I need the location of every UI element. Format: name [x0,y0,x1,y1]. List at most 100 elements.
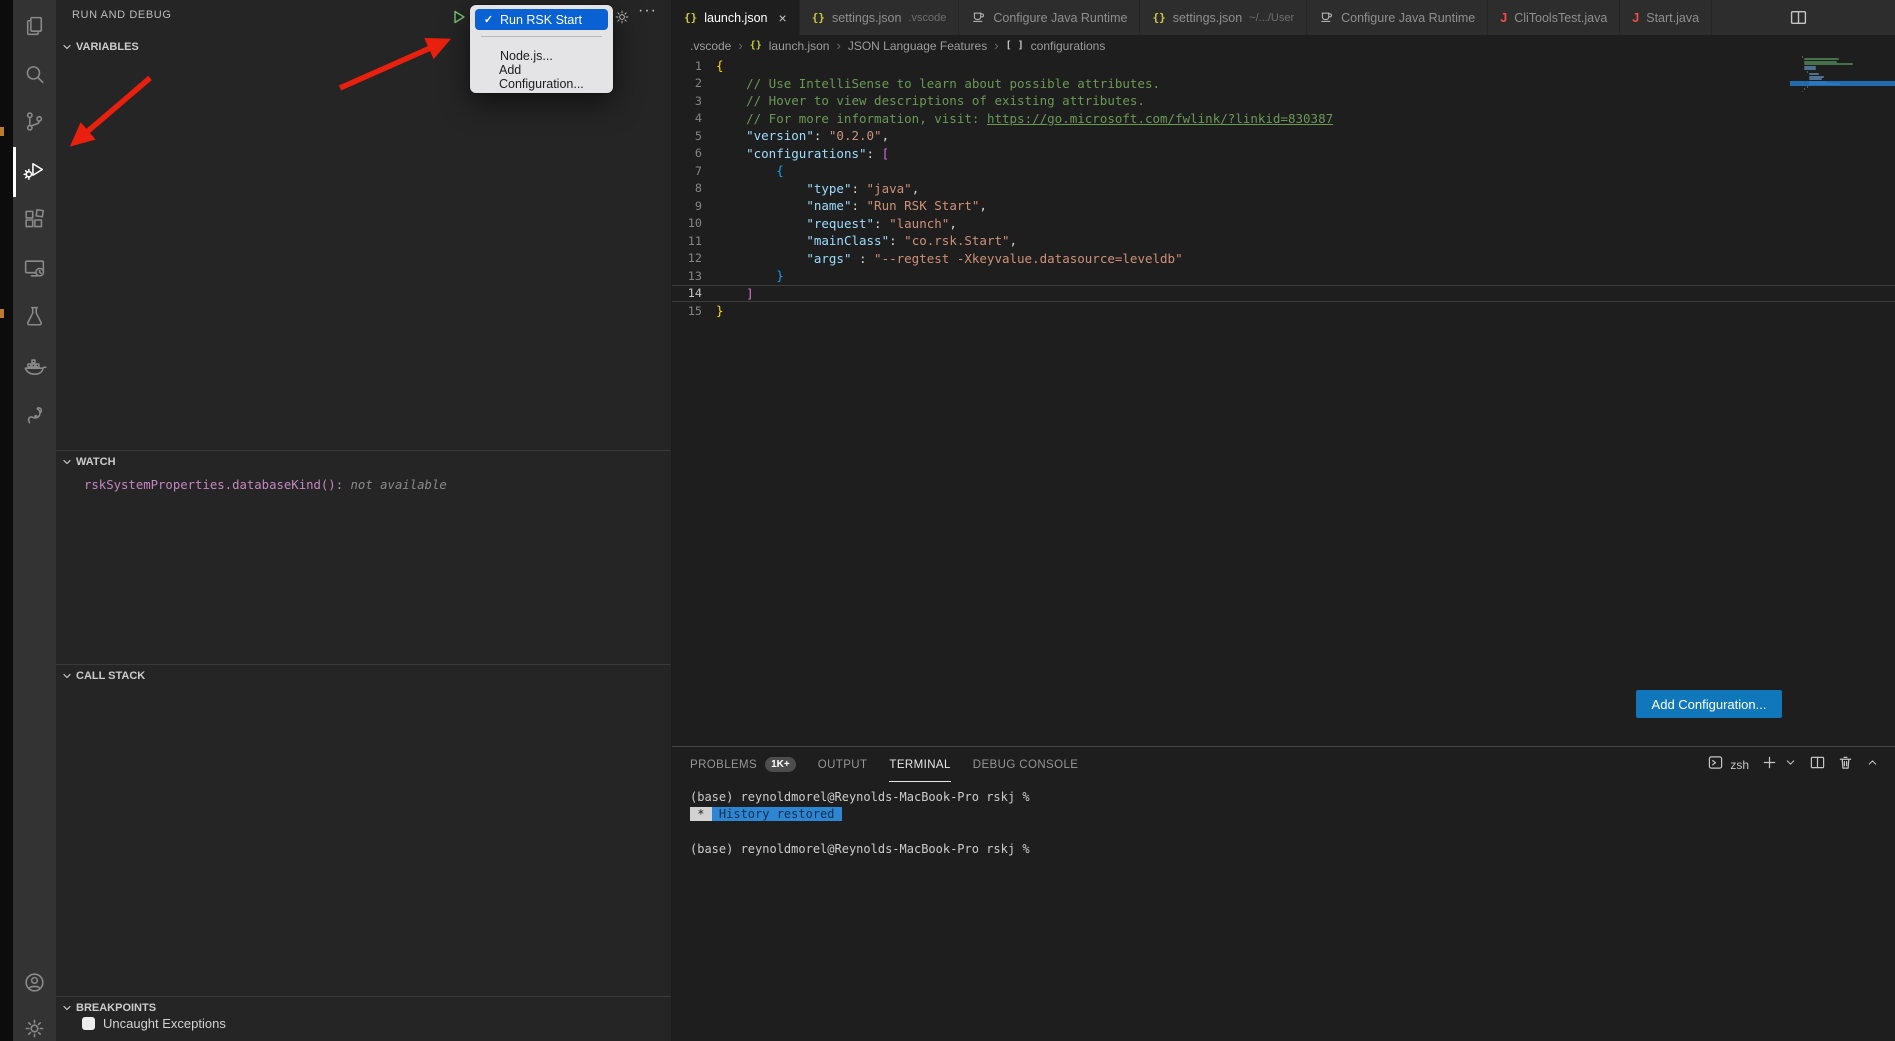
run-and-debug-sidebar: RUN AND DEBUG ··· VARIABLES WATCH rskSys… [56,0,672,1041]
editor-tab[interactable]: JCliToolsTest.java [1488,0,1620,35]
watch-expression-row[interactable]: rskSystemProperties.databaseKind(): not … [84,478,447,492]
tab-detail: .vscode [908,12,946,24]
code-line: 14 ] [672,285,1895,303]
section-call-stack[interactable]: CALL STACK [56,664,671,686]
line-number: 3 [672,94,716,108]
activity-item-extensions[interactable] [13,199,56,245]
minimap-line [1802,91,1803,93]
background-artifact [0,309,4,318]
activity-item-gradle[interactable] [13,396,56,442]
editor-tab[interactable]: JStart.java [1620,0,1712,35]
java-file-icon: J [1632,11,1639,25]
minimap-line [1804,63,1852,65]
editor-tab[interactable]: Configure Java Runtime [1307,0,1488,35]
code-line: 8 "type": "java", [672,180,1895,198]
minimap-line [1804,66,1816,68]
terminal-output[interactable]: (base) reynoldmorel@Reynolds-MacBook-Pro… [690,789,1030,858]
section-breakpoints[interactable]: BREAKPOINTS [56,996,671,1018]
breadcrumb-item[interactable]: launch.json [769,39,830,53]
panel-tab-problems[interactable]: PROBLEMS1K+ [690,747,796,782]
editor-tab[interactable]: {}settings.json~/.../User [1140,0,1307,35]
line-number: 1 [672,59,716,73]
panel-tab-terminal[interactable]: TERMINAL [889,747,950,782]
code-editor[interactable]: 1{2 // Use IntelliSense to learn about p… [672,57,1895,320]
breadcrumb-separator: › [836,38,840,53]
tab-label: settings.json [1173,11,1242,25]
section-watch[interactable]: WATCH [56,450,671,472]
minimap-line [1804,88,1805,90]
minimap-line [1804,61,1837,63]
code-text: // For more information, visit: https://… [716,111,1333,126]
editor-tab[interactable]: {}settings.json.vscode [800,0,960,35]
watch-value: not available [343,478,447,492]
code-text: { [716,163,784,178]
breadcrumb-separator: › [738,38,742,53]
breakpoint-label: Uncaught Exceptions [103,1016,226,1031]
minimap-current-line [1790,81,1895,86]
breakpoint-row[interactable]: Uncaught Exceptions [82,1016,226,1031]
breadcrumb-item[interactable]: .vscode [690,39,731,53]
vscode-window: RUN AND DEBUG ··· VARIABLES WATCH rskSys… [0,0,1895,1041]
activity-item-settings-gear[interactable] [13,1008,56,1041]
line-number: 13 [672,269,716,283]
activity-item-account[interactable] [13,962,56,1008]
code-text: // Hover to view descriptions of existin… [716,93,1145,108]
activity-item-explorer[interactable] [13,6,56,52]
more-actions-icon[interactable]: ··· [638,2,657,20]
code-line: 11 "mainClass": "co.rsk.Start", [672,232,1895,250]
sidebar-title: RUN AND DEBUG [72,9,171,21]
code-line: 3 // Hover to view descriptions of exist… [672,92,1895,110]
code-text: } [716,268,784,283]
java-runtime-icon [1319,9,1334,27]
activity-item-testing[interactable] [13,296,56,342]
terminal-line [690,824,1030,841]
line-number: 12 [672,251,716,265]
activity-item-source-control[interactable] [13,101,56,147]
editor-tab[interactable]: {}launch.json× [672,0,800,35]
watch-expression: rskSystemProperties.databaseKind(): [84,478,343,492]
section-label: VARIABLES [76,41,139,53]
json-file-icon: {} [684,11,697,24]
split-terminal-icon[interactable] [1810,755,1825,775]
panel-tab-label: PROBLEMS [690,759,757,771]
line-number: 11 [672,234,716,248]
close-icon[interactable]: × [779,11,787,25]
panel-tab-debug-console[interactable]: DEBUG CONSOLE [973,747,1079,782]
split-editor-icon[interactable] [1790,9,1807,31]
panel-tab-label: DEBUG CONSOLE [973,759,1079,771]
kill-terminal-icon[interactable] [1838,755,1853,775]
background-window-sliver [0,0,13,1041]
uncaught-exceptions-checkbox[interactable] [82,1017,95,1030]
add-configuration-button[interactable]: Add Configuration... [1636,690,1782,718]
panel-tab-output[interactable]: OUTPUT [818,747,868,782]
code-text: ] [716,286,754,301]
debug-settings-gear-icon[interactable] [613,8,631,26]
line-number: 9 [672,199,716,213]
editor-tab[interactable]: Configure Java Runtime [959,0,1140,35]
activity-item-search[interactable] [13,54,56,100]
code-line: 9 "name": "Run RSK Start", [672,197,1895,215]
code-text: "args" : "--regtest -Xkeyvalue.datasourc… [716,251,1183,266]
start-debugging-icon[interactable] [450,8,468,26]
menu-item-run-rsk-start[interactable]: ✓Run RSK Start [475,9,608,30]
maximize-panel-icon[interactable] [1866,756,1879,774]
new-terminal-icon[interactable] [1762,755,1777,775]
menu-item-label: Node.js... [500,49,553,63]
menu-separator [481,36,602,37]
code-text: { [716,58,724,73]
tab-label: settings.json [832,11,901,25]
panel-tab-label: OUTPUT [818,759,868,771]
breadcrumb-item[interactable]: JSON Language Features [848,39,987,53]
activity-item-remote-explorer[interactable] [13,248,56,294]
line-number: 15 [672,304,716,318]
menu-item-add-configuration-[interactable]: Add Configuration... [475,66,608,87]
breadcrumb-item[interactable]: configurations [1031,39,1106,53]
section-label: WATCH [76,456,116,468]
activity-item-run-and-debug[interactable] [13,149,56,195]
activity-item-docker[interactable] [13,346,56,392]
shell-label[interactable]: zsh [1730,758,1749,772]
code-text: "configurations": [ [716,146,889,161]
code-text: "mainClass": "co.rsk.Start", [716,233,1017,248]
chevron-down-icon[interactable] [1784,756,1797,774]
minimap[interactable] [1802,56,1890,93]
